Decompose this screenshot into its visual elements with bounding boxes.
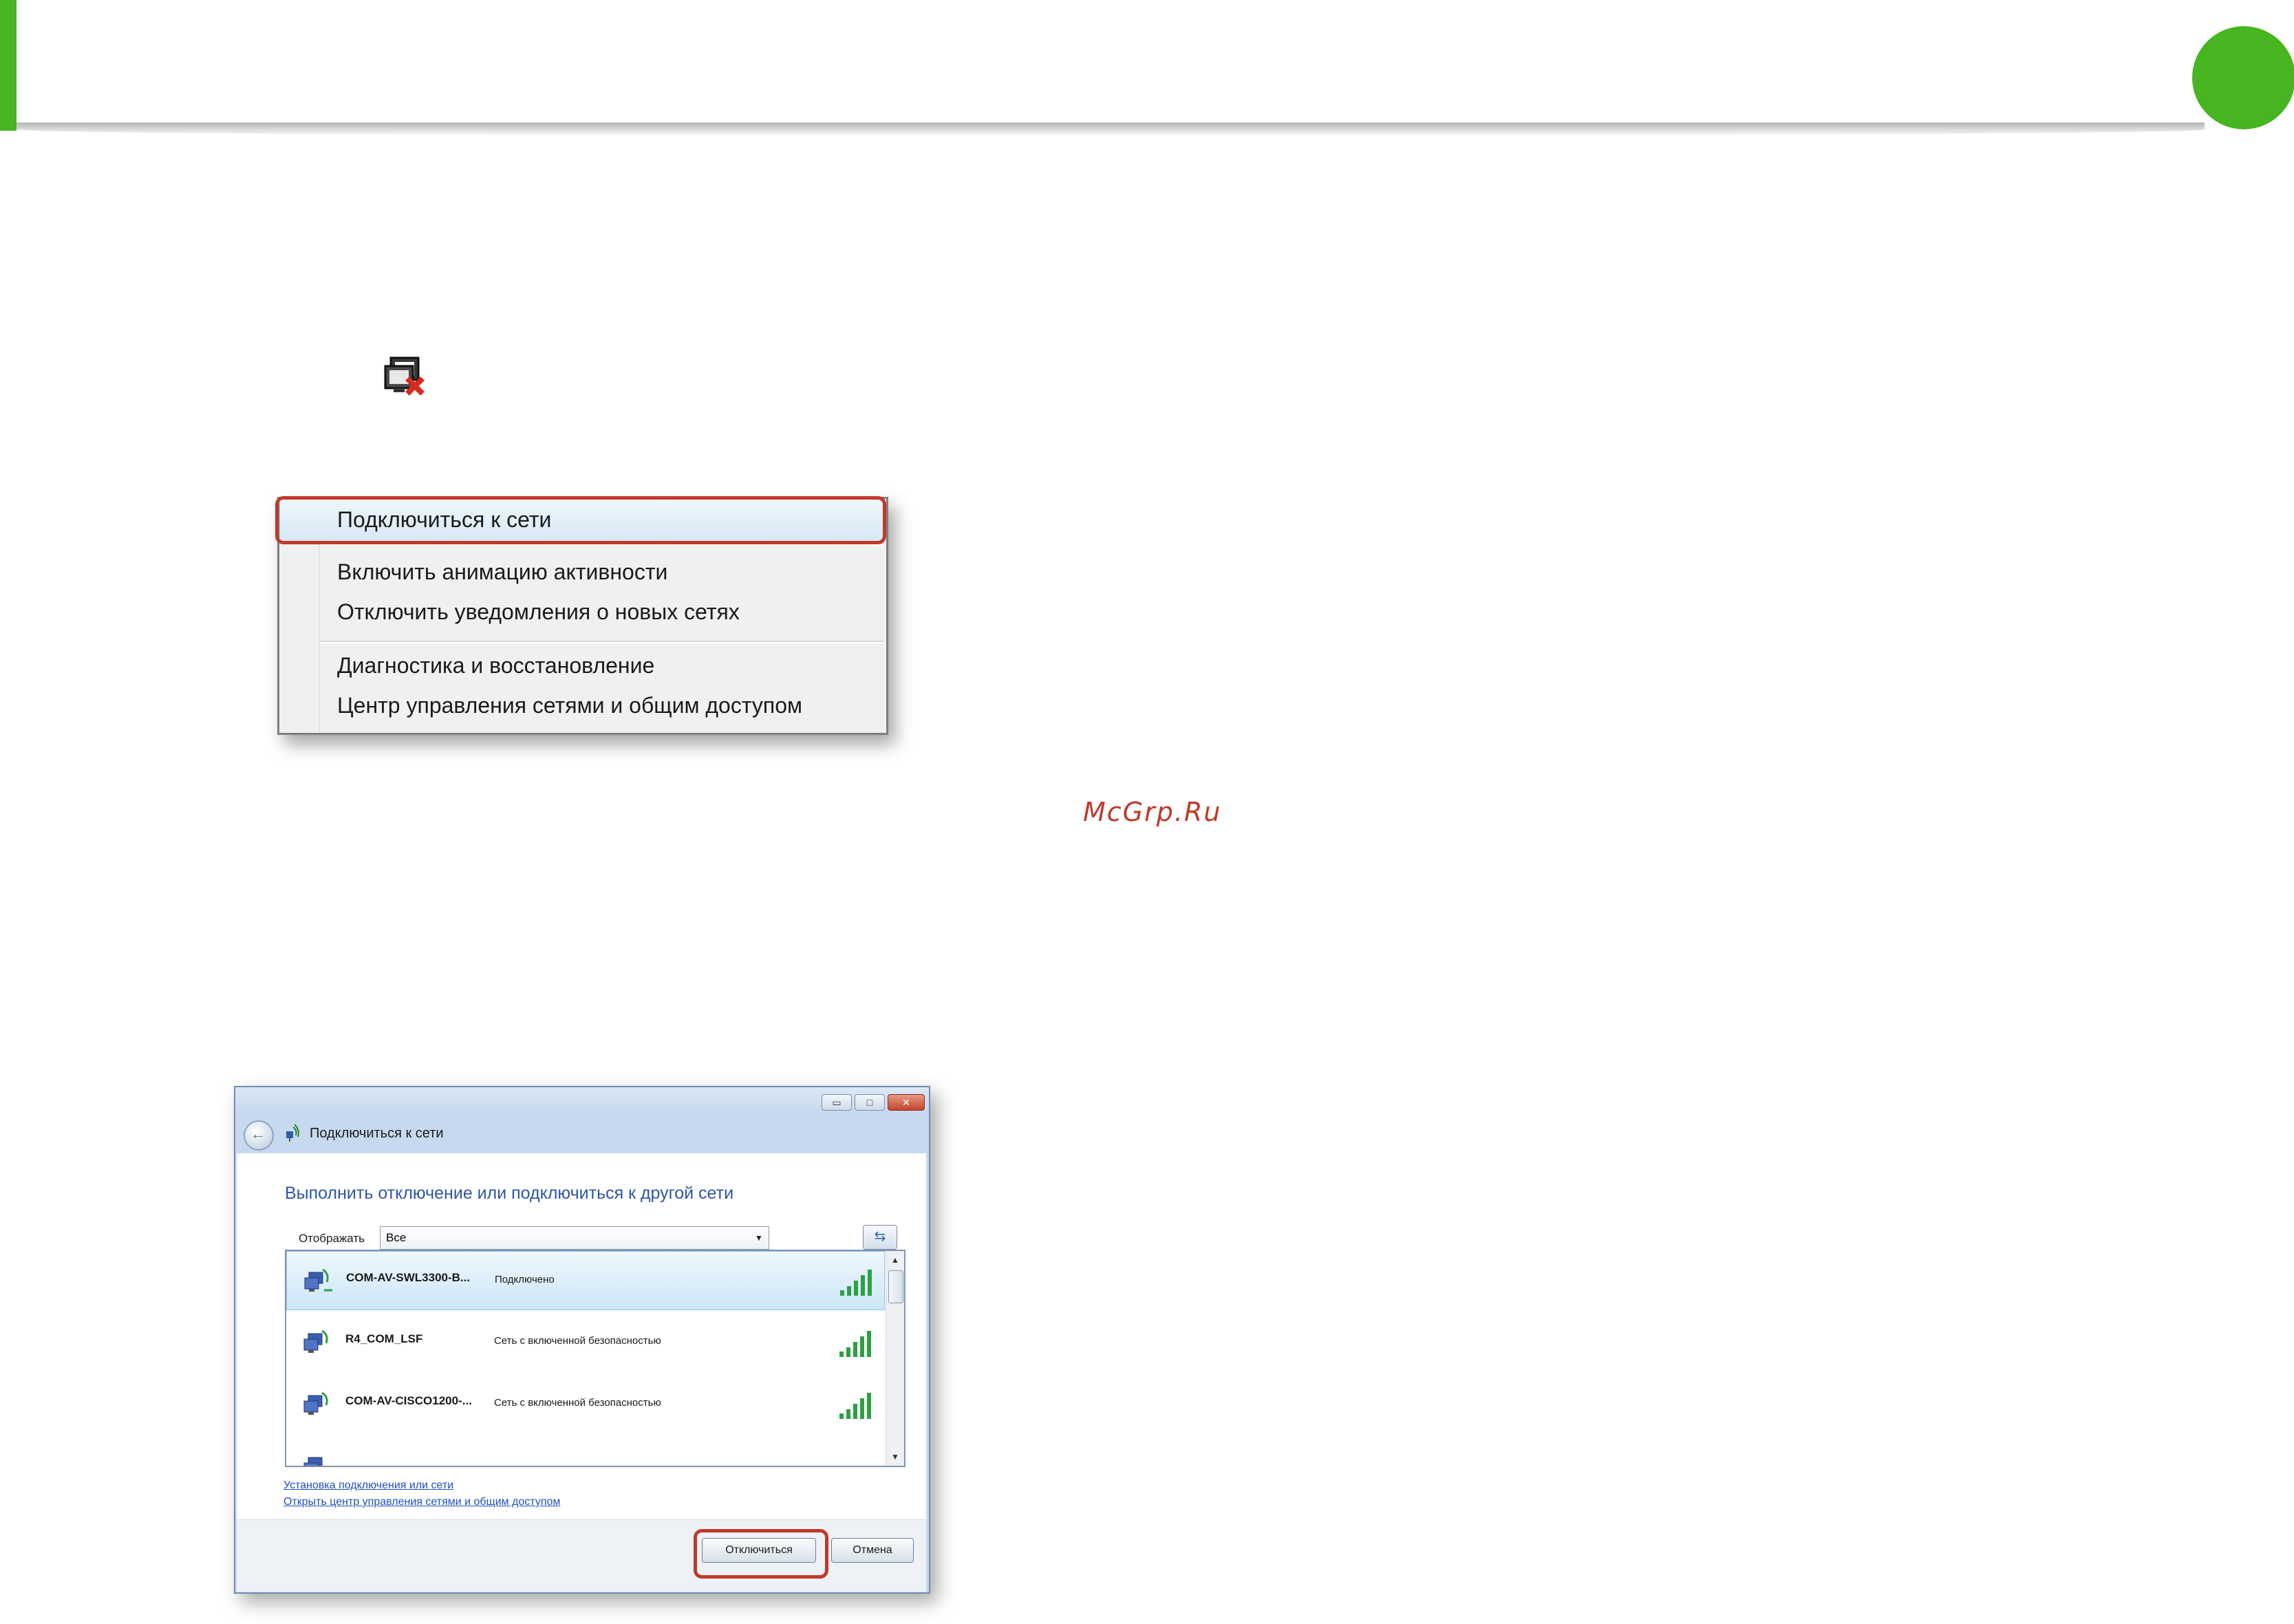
network-row[interactable]: R4_COM_LSF Сеть с включенной безопасност…	[286, 1313, 883, 1371]
network-status: Сеть с включенной безопасностью	[494, 1397, 661, 1409]
network-status: Подключено	[495, 1274, 555, 1285]
dialog-footer: Отключиться Отмена	[237, 1519, 926, 1592]
network-name: R4_COM_LSF	[345, 1332, 423, 1345]
menu-item-disable-notifications[interactable]: Отключить уведомления о новых сетях	[337, 598, 740, 626]
chevron-down-icon: ▼	[755, 1233, 763, 1243]
wireless-network-icon	[286, 1124, 299, 1142]
network-name: COM-AV-SWL3300-B...	[346, 1271, 471, 1284]
show-filter-value: Все	[386, 1231, 407, 1244]
network-center-link[interactable]: Открыть центр управления сетями и общим …	[283, 1496, 560, 1508]
wireless-network-icon	[304, 1268, 332, 1292]
network-list: COM-AV-SWL3300-B... Подключено R4_COM_LS…	[285, 1250, 905, 1467]
menu-item-activity-animation[interactable]: Включить анимацию активности	[337, 558, 667, 586]
dialog-titlebar: ▭ □ ✕	[235, 1087, 929, 1115]
signal-strength-icon	[840, 1270, 872, 1296]
cancel-button[interactable]: Отмена	[831, 1538, 914, 1563]
page-marker-dot	[2192, 26, 2294, 129]
network-status: Сеть с включенной безопасностью	[494, 1335, 661, 1347]
network-disconnected-icon[interactable]	[383, 354, 427, 398]
setup-connection-link[interactable]: Установка подключения или сети	[283, 1479, 453, 1492]
wireless-network-icon	[303, 1391, 328, 1415]
network-name: COM-AV-CISCO1200-...	[345, 1394, 472, 1407]
scroll-up-arrow-icon[interactable]: ▲	[886, 1251, 904, 1269]
header-divider	[17, 122, 2205, 136]
wireless-network-icon	[303, 1329, 328, 1353]
watermark: McGrp.Ru	[1083, 797, 1222, 827]
network-row[interactable]: COM-AV-CISCO1200-... Сеть с включенной б…	[286, 1375, 883, 1433]
menu-item-diagnose[interactable]: Диагностика и восстановление	[337, 652, 654, 679]
wireless-network-icon	[303, 1457, 323, 1466]
header-accent-bar	[0, 0, 17, 131]
menu-item-network-center[interactable]: Центр управления сетями и общим доступом	[337, 692, 802, 719]
maximize-button[interactable]: □	[855, 1094, 885, 1111]
scroll-down-arrow-icon[interactable]: ▼	[886, 1448, 904, 1466]
callout-highlight-box	[275, 496, 886, 544]
callout-highlight-box	[694, 1529, 828, 1579]
signal-strength-icon	[839, 1331, 871, 1357]
dialog-heading: Выполнить отключение или подключиться к …	[285, 1184, 734, 1203]
menu-separator	[321, 641, 883, 643]
network-context-menu: Подключиться к сети Включить анимацию ак…	[275, 496, 888, 735]
refresh-icon[interactable]: ⇆	[863, 1225, 897, 1250]
back-arrow-icon[interactable]	[244, 1120, 274, 1151]
network-row[interactable]: COM-AV-SWL3300-B... Подключено	[286, 1251, 885, 1310]
list-scrollbar[interactable]: ▲ ▼	[886, 1251, 904, 1466]
minimize-button[interactable]: ▭	[822, 1094, 852, 1111]
close-button[interactable]: ✕	[888, 1094, 925, 1111]
connect-to-network-dialog: ▭ □ ✕ Подключиться к сети Выполнить откл…	[234, 1086, 930, 1594]
scrollbar-thumb[interactable]	[888, 1270, 903, 1303]
show-filter-select[interactable]: Все ▼	[380, 1226, 769, 1250]
network-row[interactable]	[286, 1437, 883, 1466]
window-controls: ▭ □ ✕	[822, 1094, 925, 1111]
dialog-body: Выполнить отключение или подключиться к …	[237, 1153, 926, 1519]
show-filter-label: Отображать	[299, 1232, 365, 1245]
dialog-title: Подключиться к сети	[310, 1126, 444, 1141]
signal-strength-icon	[839, 1393, 871, 1419]
